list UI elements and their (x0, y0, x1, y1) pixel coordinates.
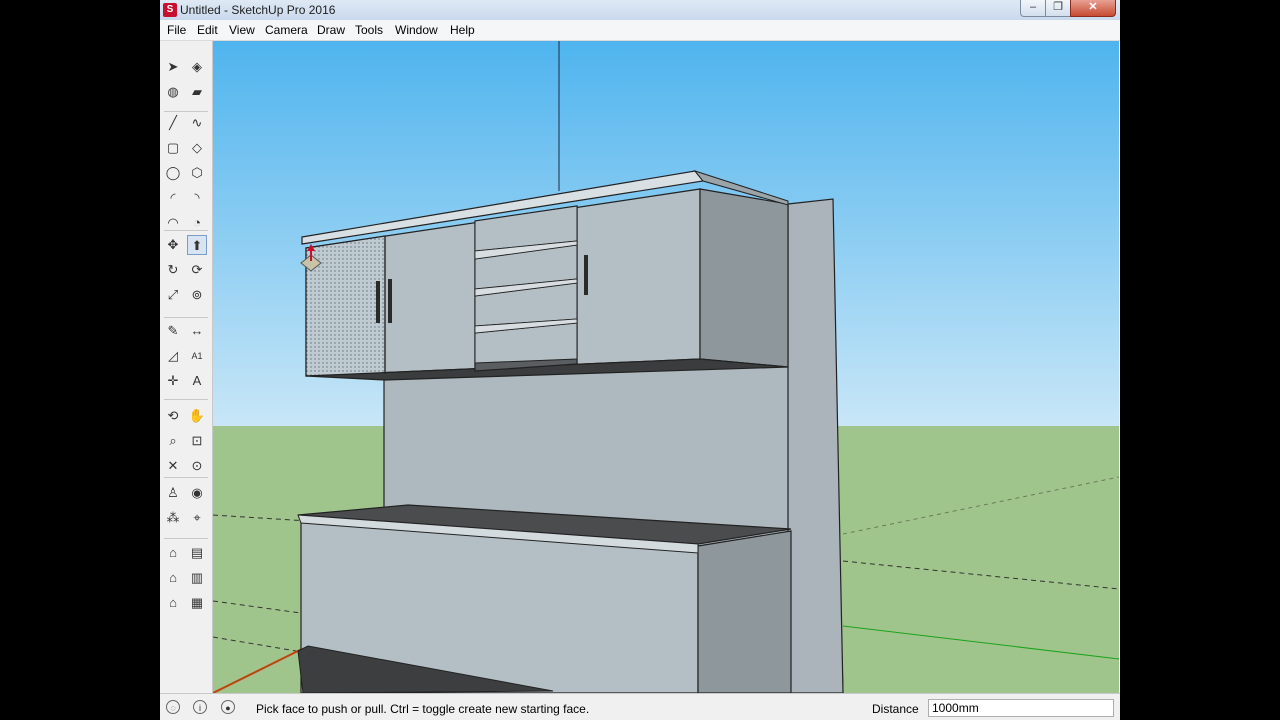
measurements-label: Distance (872, 702, 919, 716)
dimension-tool-icon[interactable]: ↔ (187, 321, 207, 341)
circle-tool-icon[interactable]: ◯ (163, 163, 183, 183)
position-camera-tool-icon[interactable]: ♙ (163, 483, 183, 503)
previous-tool-icon[interactable]: ⊙ (187, 456, 207, 476)
offset-tool-icon[interactable]: ⊚ (187, 285, 207, 305)
menu-edit[interactable]: Edit (197, 23, 218, 37)
rectangle-tool-icon[interactable]: ▢ (163, 138, 183, 158)
sketchup-window: S Untitled - SketchUp Pro 2016 ‒ ❐ ✕ Fil… (160, 0, 1120, 720)
polygon-tool-icon[interactable]: ⬡ (187, 163, 207, 183)
model-viewport[interactable] (213, 41, 1119, 693)
follow-me-tool-icon[interactable]: ⟳ (187, 260, 207, 280)
iso-view-tool-icon[interactable]: ⌂ (163, 543, 183, 563)
look-around-tool-icon[interactable]: ◉ (187, 483, 207, 503)
menu-camera[interactable]: Camera (265, 23, 308, 37)
door-handle (376, 281, 380, 323)
zoom-extents-tool-icon[interactable]: ✕ (163, 456, 183, 476)
measurements-input[interactable]: 1000mm (928, 699, 1114, 717)
sketchup-logo-icon: S (163, 3, 177, 17)
orbit-tool-icon[interactable]: ⟲ (163, 406, 183, 426)
walk-tool-icon[interactable]: ⁂ (163, 508, 183, 528)
move-tool-icon[interactable]: ✥ (163, 235, 183, 255)
back-view-tool-icon[interactable]: ⌂ (163, 593, 183, 613)
tape-measure-tool-icon[interactable]: ✎ (163, 321, 183, 341)
zoom-window-tool-icon[interactable]: ⊡ (187, 431, 207, 451)
pan-tool-icon[interactable]: ✋ (187, 406, 207, 426)
toolbar-separator (164, 399, 208, 400)
freehand-tool-icon[interactable]: ∿ (187, 113, 207, 133)
close-button[interactable]: ✕ (1070, 0, 1116, 17)
text-tool-icon[interactable]: A1 (187, 346, 207, 366)
pie-tool-icon[interactable]: ◔ (187, 213, 207, 233)
line-tool-icon[interactable]: ╱ (163, 113, 183, 133)
lower-cabinet-side (697, 530, 792, 693)
axes-tool-icon[interactable]: ✛ (163, 371, 183, 391)
geo-location-icon[interactable]: ◌ (166, 700, 180, 714)
scale-tool-icon[interactable]: ⤢ (163, 285, 183, 305)
2-point-arc-tool-icon[interactable]: ◝ (187, 188, 207, 208)
toolbar-separator (164, 317, 208, 318)
status-hint: Pick face to push or pull. Ctrl = toggle… (256, 702, 590, 716)
menu-help[interactable]: Help (450, 23, 475, 37)
make-component-tool-icon[interactable]: ◈ (187, 57, 207, 77)
menu-file[interactable]: File (167, 23, 186, 37)
protractor-tool-icon[interactable]: ◿ (163, 346, 183, 366)
large-tool-set-toolbar: ➤ ◈ ◍ ▰ ╱ ∿ ▢ ◇ ◯ ⬡ ◜ ◝ ◠ ◔ ✥ ⬆ ↻ ⟳ ⤢ ⊚ ✎ ↔ ◿ A1 ✛ A ⟲ ✋ ⌕ ⊡ ✕ ⊙ ♙ ◉ ⁂ ⌖ ⌂ ▤ ⌂… (160, 41, 213, 693)
toolbar-separator (164, 538, 208, 539)
paint-bucket-tool-icon[interactable]: ◍ (163, 82, 183, 102)
menu-draw[interactable]: Draw (317, 23, 345, 37)
window-title: Untitled - SketchUp Pro 2016 (180, 3, 336, 17)
rotated-rectangle-tool-icon[interactable]: ◇ (187, 138, 207, 158)
maximize-button[interactable]: ❐ (1045, 0, 1071, 17)
select-tool-icon[interactable]: ➤ (163, 57, 183, 77)
right-view-tool-icon[interactable]: ▥ (187, 568, 207, 588)
credits-icon[interactable]: i (193, 700, 207, 714)
toolbar-separator (164, 111, 208, 112)
3-point-arc-tool-icon[interactable]: ◠ (163, 213, 183, 233)
back-panel-side (787, 198, 844, 693)
menu-window[interactable]: Window (395, 23, 438, 37)
user-icon[interactable]: ● (221, 700, 235, 714)
wall-cabinet-side (699, 188, 789, 368)
scene-canvas[interactable] (213, 41, 1119, 693)
toolbar-separator (164, 477, 208, 478)
status-bar: ◌ i ● Pick face to push or pull. Ctrl = … (160, 693, 1120, 720)
rotate-tool-icon[interactable]: ↻ (163, 260, 183, 280)
section-plane-tool-icon[interactable]: ⌖ (187, 508, 207, 528)
arc-tool-icon[interactable]: ◜ (163, 188, 183, 208)
zoom-tool-icon[interactable]: ⌕ (163, 431, 183, 451)
3d-text-tool-icon[interactable]: A (187, 371, 207, 391)
front-view-tool-icon[interactable]: ⌂ (163, 568, 183, 588)
top-view-tool-icon[interactable]: ▤ (187, 543, 207, 563)
menu-view[interactable]: View (229, 23, 255, 37)
left-view-tool-icon[interactable]: ▦ (187, 593, 207, 613)
menu-tools[interactable]: Tools (355, 23, 383, 37)
minimize-button[interactable]: ‒ (1020, 0, 1046, 17)
selected-door-face[interactable] (305, 235, 386, 377)
door-handle (584, 255, 588, 295)
title-bar[interactable]: S Untitled - SketchUp Pro 2016 ‒ ❐ ✕ (160, 0, 1120, 21)
push-pull-tool-icon[interactable]: ⬆ (187, 235, 207, 255)
menu-bar: File Edit View Camera Draw Tools Window … (160, 20, 1120, 41)
door-handle (388, 279, 392, 323)
eraser-tool-icon[interactable]: ▰ (187, 82, 207, 102)
